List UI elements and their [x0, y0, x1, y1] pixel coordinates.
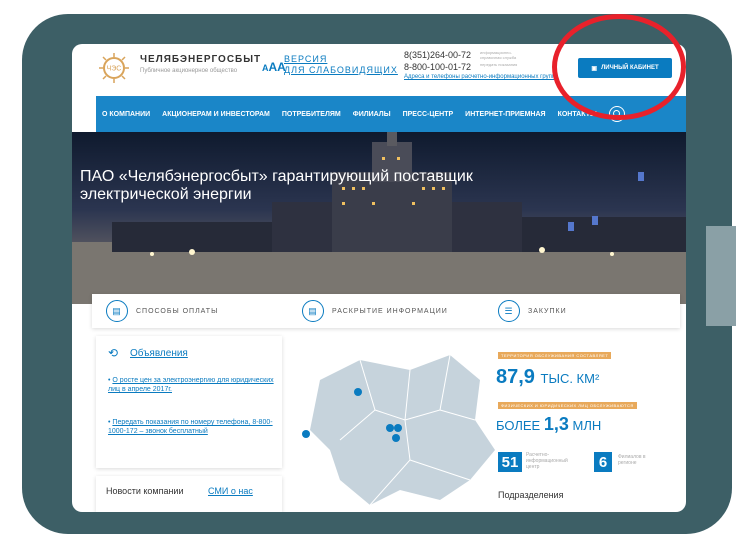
centers-count: 51 [498, 452, 522, 472]
hero-banner: ПАО «Челябэнергосбыт» гарантирующий пост… [72, 132, 686, 304]
accessible-version-line2: ДЛЯ СЛАБОВИДЯЩИХ [284, 65, 398, 75]
customers-prefix: БОЛЕЕ [496, 418, 541, 433]
announcements-title[interactable]: Объявления [130, 348, 188, 359]
company-logo[interactable]: ЧЭС [96, 52, 132, 84]
phone-info: 8(351)264-00-72 [404, 50, 472, 60]
hero-title: ПАО «Челябэнергосбыт» гарантирующий пост… [80, 168, 473, 203]
quick-link-purchases[interactable]: ☰ ЗАКУПКИ [484, 300, 680, 322]
customers-value: 1,3 [543, 414, 569, 434]
region-map[interactable] [300, 340, 500, 512]
branches-count: 6 [594, 452, 612, 472]
accessible-version-line1: ВЕРСИЯ [284, 54, 328, 64]
checklist-icon: ☰ [498, 300, 520, 322]
territory-unit: ТЫС. КМ² [540, 371, 600, 386]
highlight-circle [552, 14, 686, 120]
tab-media[interactable]: СМИ о нас [208, 486, 253, 496]
nav-item-reception[interactable]: ИНТЕРНЕТ-ПРИЕМНАЯ [459, 111, 551, 118]
centers-label: Расчетно-информационный центр [526, 452, 568, 470]
quick-link-disclosure[interactable]: ▤ РАСКРЫТИЕ ИНФОРМАЦИИ [288, 300, 484, 322]
logo-text: ЧЭС [107, 66, 122, 73]
brand-name: ЧЕЛЯБЭНЕРГОСБЫТ [140, 54, 262, 65]
wallet-icon: ▤ [106, 300, 128, 322]
tablet-side-button [706, 226, 736, 326]
accessible-version-link[interactable]: ВЕРСИЯ ДЛЯ СЛАБОВИДЯЩИХ [284, 54, 398, 76]
tab-company-news[interactable]: Новости компании [106, 486, 183, 496]
phone-readings: 8-800-100-01-72 [404, 62, 472, 72]
nav-item-branches[interactable]: ФИЛИАЛЫ [347, 111, 397, 118]
branches-label: Филиалов в регионе [618, 454, 646, 466]
city-night-image [72, 132, 686, 304]
customers-unit: МЛН [572, 418, 602, 433]
announcement-text: О росте цен за электроэнергию для юридич… [108, 377, 274, 393]
territory-label: ТЕРРИТОРИЯ ОБСЛУЖИВАНИЯ СОСТАВЛЯЕТ [498, 352, 612, 359]
territory-value: 87,9 [496, 366, 535, 388]
news-tabs: Новости компании СМИ о нас [96, 476, 282, 512]
addresses-link[interactable]: Адреса и телефоны расчетно-информационны… [404, 74, 555, 80]
megaphone-icon: ⟲ [108, 346, 119, 360]
nav-item-company[interactable]: О КОМПАНИИ [96, 111, 156, 118]
subdivisions-heading: Подразделения [498, 490, 564, 500]
quick-link-payment-label: СПОСОБЫ ОПЛАТЫ [136, 307, 219, 315]
announcement-item[interactable]: • О росте цен за электроэнергию для юрид… [108, 376, 274, 394]
announcement-text: Передать показания по номеру телефона, 8… [108, 419, 273, 435]
customers-stat: БОЛЕЕ 1,3 МЛН [496, 414, 601, 435]
customers-label: ФИЗИЧЕСКИХ И ЮРИДИЧЕСКИХ ЛИЦ ОБСЛУЖИВАЮТ… [498, 402, 637, 409]
font-size-toggle[interactable]: AAA [262, 60, 286, 74]
quick-link-payment[interactable]: ▤ СПОСОБЫ ОПЛАТЫ [92, 300, 288, 322]
phone-readings-note: передать показания [480, 62, 518, 67]
quick-link-purchases-label: ЗАКУПКИ [528, 307, 567, 315]
nav-item-consumers[interactable]: ПОТРЕБИТЕЛЯМ [276, 111, 347, 118]
document-icon: ▤ [302, 300, 324, 322]
brand-subtitle: Публичное акционерное общество [140, 68, 238, 74]
territory-stat: 87,9 ТЫС. КМ² [496, 366, 599, 389]
quick-link-disclosure-label: РАСКРЫТИЕ ИНФОРМАЦИИ [332, 307, 448, 315]
announcement-item[interactable]: • Передать показания по номеру телефона,… [108, 418, 274, 436]
phone-info-note: информационно-справочная служба [480, 50, 517, 60]
announcements-panel: ⟲ Объявления • О росте цен за электроэне… [96, 336, 282, 468]
nav-item-press[interactable]: ПРЕСС-ЦЕНТР [397, 111, 460, 118]
nav-item-investors[interactable]: АКЦИОНЕРАМ И ИНВЕСТОРАМ [156, 111, 276, 118]
quick-links-bar: ▤ СПОСОБЫ ОПЛАТЫ ▤ РАСКРЫТИЕ ИНФОРМАЦИИ … [92, 294, 680, 328]
